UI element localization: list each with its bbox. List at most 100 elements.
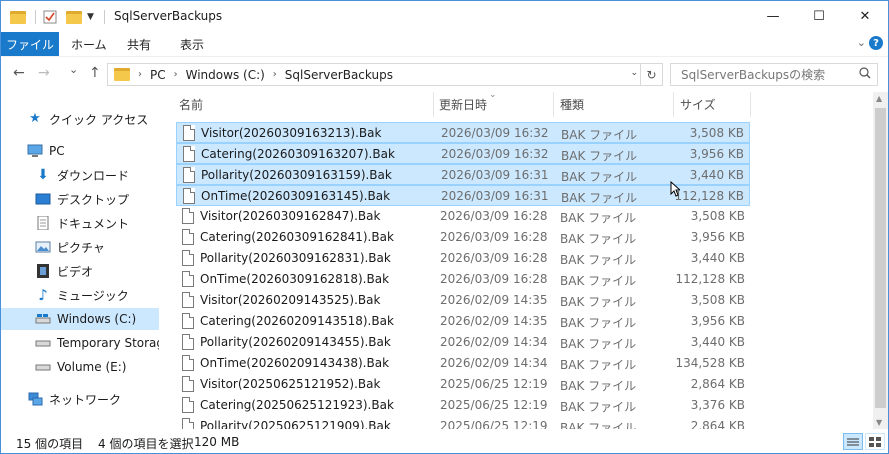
table-row[interactable]: Pollarity(20260309163159).Bak 2026/03/09 … bbox=[176, 164, 750, 185]
file-date: 2025/06/25 12:19 bbox=[440, 419, 548, 429]
table-row[interactable]: Catering(20260309162841).Bak 2026/03/09 1… bbox=[176, 227, 750, 248]
scrollbar-thumb[interactable] bbox=[875, 108, 886, 408]
minimize-button[interactable]: — bbox=[750, 1, 796, 32]
table-row[interactable]: Catering(20260309163207).Bak 2026/03/09 1… bbox=[176, 143, 750, 164]
table-row[interactable]: Pollarity(20260209143455).Bak 2026/02/09 … bbox=[176, 332, 750, 353]
file-name: Pollarity(20260309162831).Bak bbox=[200, 251, 391, 265]
chevron-right-icon: › bbox=[173, 69, 178, 80]
new-folder-icon[interactable] bbox=[66, 8, 82, 26]
breadcrumb-drive[interactable]: Windows (C:) bbox=[186, 68, 265, 82]
address-bar[interactable]: › PC › Windows (C:) › SqlServerBackups ⌄… bbox=[107, 63, 663, 86]
file-name: Pollarity(20260209143455).Bak bbox=[200, 335, 391, 349]
column-header-date[interactable]: 更新日時 bbox=[439, 92, 487, 117]
column-header-type[interactable]: 種類 bbox=[560, 92, 584, 117]
column-divider[interactable] bbox=[750, 92, 751, 117]
large-icons-view-icon[interactable] bbox=[865, 433, 885, 450]
file-date: 2025/06/25 12:19 bbox=[440, 398, 548, 412]
file-type: BAK ファイル bbox=[560, 295, 637, 309]
nav-item-music[interactable]: ♪ ミュージック bbox=[1, 284, 159, 306]
scroll-down-icon[interactable]: ▼ bbox=[876, 418, 882, 427]
properties-icon[interactable] bbox=[43, 8, 57, 26]
file-date: 2026/02/09 14:34 bbox=[440, 356, 548, 370]
refresh-button[interactable]: ↻ bbox=[640, 64, 662, 85]
search-input[interactable]: SqlServerBackupsの検索 bbox=[670, 63, 878, 86]
table-row[interactable]: Visitor(20260309163213).Bak 2026/03/09 16… bbox=[176, 122, 750, 143]
file-name: Catering(20260309163207).Bak bbox=[201, 147, 395, 161]
file-name: Visitor(20260309163213).Bak bbox=[201, 126, 382, 140]
file-type: BAK ファイル bbox=[560, 211, 637, 225]
table-row[interactable]: Visitor(20260309162847).Bak 2026/03/09 16… bbox=[176, 206, 750, 227]
sort-descending-icon: ⌄ bbox=[489, 92, 497, 100]
customize-toolbar-icon[interactable]: ▼ bbox=[87, 8, 94, 26]
tab-view[interactable]: 表示 bbox=[180, 32, 204, 56]
column-divider[interactable] bbox=[553, 92, 554, 117]
up-button[interactable]: ↑ bbox=[89, 65, 101, 81]
star-icon: ★ bbox=[29, 111, 41, 126]
nav-item-network[interactable]: ネットワーク bbox=[1, 388, 159, 410]
tab-file[interactable]: ファイル bbox=[1, 32, 59, 56]
file-size: 112,128 KB bbox=[675, 272, 745, 286]
table-row[interactable]: Pollarity(20260309162831).Bak 2026/03/09 … bbox=[176, 248, 750, 269]
nav-item-pc[interactable]: PC bbox=[1, 140, 159, 162]
forward-button[interactable]: → bbox=[38, 65, 50, 81]
file-icon bbox=[183, 146, 195, 162]
selection-count: 4 個の項目を選択 bbox=[98, 437, 194, 451]
details-view-icon[interactable] bbox=[843, 433, 863, 450]
expand-ribbon-icon[interactable]: ⌄ bbox=[857, 36, 866, 49]
table-row[interactable]: Pollarity(20250625121909).Bak 2025/06/25 … bbox=[176, 416, 750, 429]
file-type: BAK ファイル bbox=[560, 232, 637, 246]
file-name: OnTime(20260209143438).Bak bbox=[200, 356, 390, 370]
file-size: 3,508 KB bbox=[690, 293, 745, 307]
explorer-window: ▼ SqlServerBackups — ☐ ✕ ファイル ホーム 共有 表示 … bbox=[0, 0, 889, 454]
back-button[interactable]: ← bbox=[13, 65, 25, 81]
nav-item-drive-c[interactable]: Windows (C:) bbox=[1, 308, 159, 330]
nav-item-drive-e[interactable]: Volume (E:) bbox=[1, 356, 159, 378]
address-dropdown-icon[interactable]: ⌄ bbox=[630, 68, 638, 78]
table-row[interactable]: OnTime(20260309163145).Bak 2026/03/09 16:… bbox=[176, 185, 750, 206]
file-icon bbox=[183, 167, 195, 183]
table-row[interactable]: OnTime(20260309162818).Bak 2026/03/09 16:… bbox=[176, 269, 750, 290]
column-divider[interactable] bbox=[433, 92, 434, 117]
nav-item-pictures[interactable]: ピクチャ bbox=[1, 236, 159, 258]
picture-icon bbox=[35, 240, 51, 254]
separator bbox=[104, 10, 105, 24]
nav-item-documents[interactable]: ドキュメント bbox=[1, 212, 159, 234]
column-header-name[interactable]: 名前 bbox=[179, 92, 203, 117]
file-icon bbox=[182, 334, 194, 350]
file-type: BAK ファイル bbox=[560, 274, 637, 288]
recent-locations-button[interactable]: ⌄ bbox=[69, 63, 78, 76]
breadcrumb-folder[interactable]: SqlServerBackups bbox=[285, 68, 393, 82]
file-date: 2026/02/09 14:34 bbox=[440, 335, 548, 349]
file-size: 2,864 KB bbox=[690, 419, 745, 429]
table-row[interactable]: OnTime(20260209143438).Bak 2026/02/09 14:… bbox=[176, 353, 750, 374]
nav-item-drive-d[interactable]: Temporary Storage (D:) bbox=[1, 332, 159, 354]
file-date: 2026/02/09 14:35 bbox=[440, 314, 548, 328]
column-header-size[interactable]: サイズ bbox=[680, 92, 716, 117]
nav-item-quick-access[interactable]: ★ クイック アクセス bbox=[1, 108, 159, 130]
tab-share[interactable]: 共有 bbox=[127, 32, 151, 56]
file-icon bbox=[182, 418, 194, 429]
column-divider[interactable] bbox=[673, 92, 674, 117]
file-type: BAK ファイル bbox=[560, 400, 637, 414]
table-row[interactable]: Catering(20250625121923).Bak 2025/06/25 1… bbox=[176, 395, 750, 416]
scroll-up-icon[interactable]: ▲ bbox=[876, 94, 882, 103]
computer-icon bbox=[27, 144, 43, 158]
table-row[interactable]: Catering(20260209143518).Bak 2026/02/09 1… bbox=[176, 311, 750, 332]
nav-item-videos[interactable]: ビデオ bbox=[1, 260, 159, 282]
breadcrumb-pc[interactable]: PC bbox=[150, 68, 166, 82]
close-button[interactable]: ✕ bbox=[842, 1, 888, 32]
table-row[interactable]: Visitor(20250625121952).Bak 2025/06/25 12… bbox=[176, 374, 750, 395]
tab-home[interactable]: ホーム bbox=[71, 32, 107, 56]
drive-icon bbox=[35, 360, 51, 374]
mouse-cursor-icon bbox=[670, 180, 682, 197]
nav-item-desktop[interactable]: デスクトップ bbox=[1, 188, 159, 210]
file-size: 3,508 KB bbox=[690, 209, 745, 223]
help-icon[interactable]: ? bbox=[869, 36, 883, 50]
file-size: 112,128 KB bbox=[674, 189, 744, 203]
vertical-scrollbar[interactable]: ▲ ▼ bbox=[873, 92, 888, 429]
maximize-button[interactable]: ☐ bbox=[796, 1, 842, 32]
nav-item-downloads[interactable]: ⬇ ダウンロード bbox=[1, 164, 159, 186]
desktop-icon bbox=[35, 192, 51, 206]
table-row[interactable]: Visitor(20260209143525).Bak 2026/02/09 14… bbox=[176, 290, 750, 311]
window-title: SqlServerBackups bbox=[114, 9, 223, 23]
